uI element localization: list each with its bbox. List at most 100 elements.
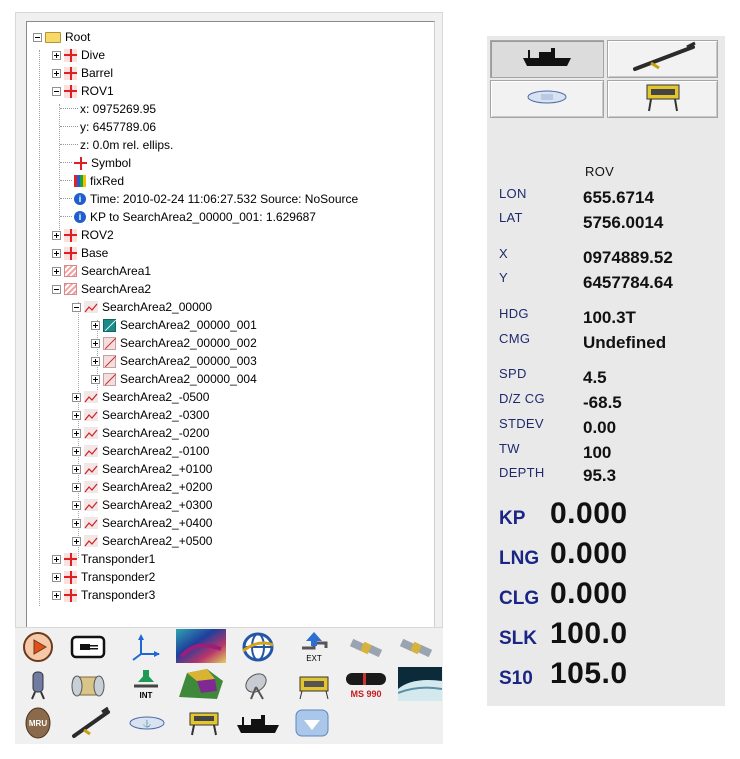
- ms990-icon[interactable]: MS 990: [343, 666, 389, 704]
- auv-icon[interactable]: ⚓: [127, 706, 165, 740]
- tree-node-symbol[interactable]: Symbol: [60, 154, 131, 172]
- expand-icon[interactable]: [91, 338, 100, 348]
- download-icon[interactable]: [293, 706, 331, 740]
- expand-icon[interactable]: [52, 572, 61, 582]
- towfish-icon[interactable]: [67, 706, 115, 740]
- survey-line-icon: [84, 445, 98, 457]
- expand-icon[interactable]: [91, 374, 100, 384]
- tree-node-rov1[interactable]: ROV1: [52, 82, 114, 100]
- tree-node-transponder2[interactable]: Transponder2: [52, 568, 155, 586]
- tree-node-label: ROV1: [81, 84, 114, 98]
- expand-icon[interactable]: [52, 230, 61, 240]
- tree-node-transponder3[interactable]: Transponder3: [52, 586, 155, 604]
- tree-node-sub-line[interactable]: SearchArea2_00000_002: [91, 334, 257, 352]
- axes-icon[interactable]: [127, 630, 165, 664]
- tree-node-label: SearchArea2_00000: [102, 300, 213, 314]
- tree-node-sub-line[interactable]: SearchArea2_00000_004: [91, 370, 257, 388]
- auv-button[interactable]: [490, 80, 604, 118]
- collapse-icon[interactable]: [52, 284, 61, 294]
- tree-node-label: Barrel: [81, 66, 114, 80]
- import-icon[interactable]: INT: [127, 668, 165, 702]
- tree-node-root[interactable]: Root: [33, 28, 90, 46]
- tree-node-kp[interactable]: i KP to SearchArea2_00000_001: 1.629687: [60, 208, 316, 226]
- tree-node-searcharea2-00000[interactable]: SearchArea2_00000: [72, 298, 212, 316]
- stdev-label: STDEV: [499, 416, 544, 431]
- plug-icon[interactable]: [69, 630, 107, 664]
- tree-node-label: SearchArea2_00000_003: [120, 354, 257, 368]
- survey-line-icon: [84, 535, 98, 547]
- lng-label: LNG: [499, 548, 540, 569]
- expand-icon[interactable]: [91, 320, 100, 330]
- hydrophone-icon[interactable]: [19, 668, 57, 702]
- tree-node-y[interactable]: y: 6457789.06: [60, 118, 156, 136]
- expand-icon[interactable]: [72, 464, 81, 474]
- cable-drum-icon[interactable]: [69, 668, 107, 702]
- tree-node-label: SearchArea1: [81, 264, 152, 278]
- satellite-icon[interactable]: [347, 630, 385, 664]
- tree-node-z[interactable]: z: 0.0m rel. ellips.: [60, 136, 173, 154]
- tree-node-survey-line[interactable]: SearchArea2_-0300: [72, 406, 209, 424]
- tree-node-searcharea2[interactable]: SearchArea2: [52, 280, 151, 298]
- expand-icon[interactable]: [52, 50, 61, 60]
- expand-icon[interactable]: [91, 356, 100, 366]
- tree-node-label: fixRed: [90, 174, 125, 188]
- tree-node-survey-line[interactable]: SearchArea2_+0400: [72, 514, 212, 532]
- expand-icon[interactable]: [52, 68, 61, 78]
- tree-node-base[interactable]: Base: [52, 244, 108, 262]
- expand-icon[interactable]: [72, 428, 81, 438]
- seabed-icon[interactable]: [397, 666, 443, 702]
- globe-icon[interactable]: [239, 630, 277, 664]
- mru-icon[interactable]: MRU: [19, 706, 57, 740]
- collapse-icon[interactable]: [72, 302, 81, 312]
- tree-node-sub-line[interactable]: SearchArea2_00000_001: [91, 316, 257, 334]
- expand-icon[interactable]: [72, 392, 81, 402]
- tree-node-transponder1[interactable]: Transponder1: [52, 550, 155, 568]
- tree-node-searcharea1[interactable]: SearchArea1: [52, 262, 151, 280]
- towfish-button[interactable]: [607, 40, 718, 78]
- expand-icon[interactable]: [52, 248, 61, 258]
- survey-line-icon: [84, 481, 98, 493]
- tree-node-survey-line[interactable]: SearchArea2_+0200: [72, 478, 212, 496]
- ship-icon[interactable]: [235, 706, 281, 740]
- expand-icon[interactable]: [72, 518, 81, 528]
- tree-node-survey-line[interactable]: SearchArea2_-0100: [72, 442, 209, 460]
- collapse-icon[interactable]: [52, 86, 61, 96]
- expand-icon[interactable]: [52, 554, 61, 564]
- tree-node-label: SearchArea2_-0500: [102, 390, 210, 404]
- line-segment-icon: [103, 354, 116, 368]
- tree-node-survey-line[interactable]: SearchArea2_+0500: [72, 532, 212, 550]
- tree-node-fixred[interactable]: fixRed: [60, 172, 124, 190]
- expand-icon[interactable]: [52, 266, 61, 276]
- rov-frame-icon[interactable]: [295, 668, 333, 702]
- tree-node-sub-line[interactable]: SearchArea2_00000_003: [91, 352, 257, 370]
- expand-icon[interactable]: [52, 590, 61, 600]
- collapse-icon[interactable]: [33, 32, 42, 42]
- dish-icon[interactable]: [239, 668, 277, 702]
- tree-node-rov2[interactable]: ROV2: [52, 226, 114, 244]
- ship-icon: [521, 46, 573, 73]
- satellite-2-icon[interactable]: [397, 630, 435, 664]
- export-icon[interactable]: EXT: [295, 630, 333, 664]
- object-tree[interactable]: Root Dive Barrel ROV1 x: 0975269.95 y: 6…: [26, 21, 435, 627]
- tree-node-survey-line[interactable]: SearchArea2_+0100: [72, 460, 212, 478]
- tree-node-barrel[interactable]: Barrel: [52, 64, 113, 82]
- tree-node-dive[interactable]: Dive: [52, 46, 105, 64]
- tree-node-time[interactable]: i Time: 2010-02-24 11:06:27.532 Source: …: [60, 190, 358, 208]
- expand-icon[interactable]: [72, 410, 81, 420]
- tree-node-survey-line[interactable]: SearchArea2_-0500: [72, 388, 209, 406]
- rov-button[interactable]: [607, 80, 718, 118]
- terrain-icon[interactable]: [175, 666, 227, 702]
- tree-node-survey-line[interactable]: SearchArea2_-0200: [72, 424, 209, 442]
- rov-icon[interactable]: [185, 706, 223, 740]
- expand-icon[interactable]: [72, 482, 81, 492]
- expand-icon[interactable]: [72, 536, 81, 546]
- expand-icon[interactable]: [72, 446, 81, 456]
- tree-node-x[interactable]: x: 0975269.95: [60, 100, 156, 118]
- survey-line-icon: [84, 391, 98, 403]
- bathymetry-map-icon[interactable]: [175, 628, 227, 664]
- ship-button[interactable]: [490, 40, 604, 78]
- expand-icon[interactable]: [72, 500, 81, 510]
- tree-node-survey-line[interactable]: SearchArea2_+0300: [72, 496, 212, 514]
- survey-line-icon: [84, 499, 98, 511]
- play-icon[interactable]: [19, 630, 57, 664]
